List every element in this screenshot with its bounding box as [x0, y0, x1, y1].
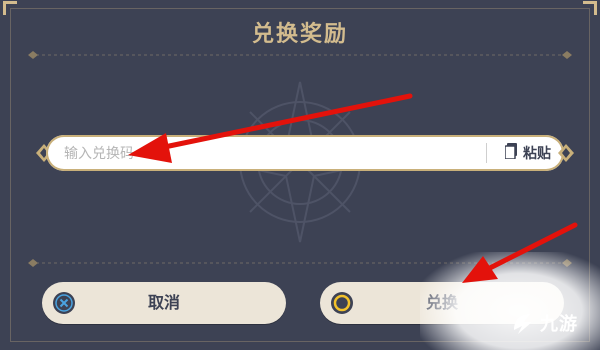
corner-ornament-icon — [583, 1, 597, 15]
diamond-ornament-icon — [558, 144, 574, 162]
redeem-dialog: 兑换奖励 粘贴 — [0, 0, 600, 350]
clipboard-icon — [504, 143, 517, 163]
cancel-button-label: 取消 — [147, 293, 180, 312]
paste-button[interactable]: 粘贴 — [496, 135, 560, 171]
site-logo: 九游 — [510, 310, 578, 336]
cancel-button[interactable]: 取消 — [42, 282, 286, 324]
redeem-code-input[interactable] — [62, 135, 476, 173]
corner-ornament-icon — [3, 1, 17, 15]
top-divider — [26, 48, 574, 62]
redeem-code-row: 粘贴 — [36, 133, 574, 173]
dialog-title: 兑换奖励 — [251, 22, 348, 47]
redeem-code-field: 粘贴 — [46, 135, 564, 173]
logo-mark-icon — [510, 310, 536, 336]
input-separator — [486, 143, 487, 163]
paste-button-label: 粘贴 — [523, 146, 551, 162]
logo-text: 九游 — [540, 314, 578, 335]
